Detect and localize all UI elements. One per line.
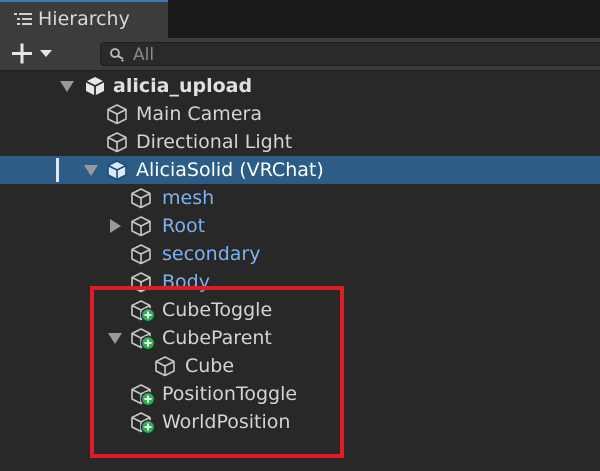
gameobject-cube-icon — [106, 103, 128, 125]
hierarchy-row[interactable]: Root — [0, 212, 600, 240]
hierarchy-row-label: WorldPosition — [162, 411, 291, 433]
hierarchy-row[interactable]: mesh — [0, 184, 600, 212]
gameobject-cube-icon — [130, 271, 152, 293]
expand-arrow-down-icon[interactable] — [60, 81, 74, 92]
hierarchy-row[interactable]: CubeToggle — [0, 296, 600, 324]
prefab-cube-icon — [106, 159, 128, 181]
added-gameobject-icon — [130, 299, 156, 323]
hierarchy-tree: alicia_upload Main Camera Directional Ligh… — [0, 71, 600, 471]
tab-title: Hierarchy — [38, 8, 130, 30]
hierarchy-row[interactable]: AliciaSolid (VRChat) — [0, 156, 600, 184]
added-gameobject-icon — [130, 327, 156, 351]
hierarchy-row[interactable]: PositionToggle — [0, 380, 600, 408]
tab-bar: Hierarchy — [0, 0, 600, 38]
hierarchy-row[interactable]: Body — [0, 268, 600, 296]
hierarchy-row[interactable]: Directional Light — [0, 128, 600, 156]
hierarchy-row[interactable]: secondary — [0, 240, 600, 268]
gameobject-cube-icon — [106, 131, 128, 153]
hierarchy-row-label: AliciaSolid (VRChat) — [136, 159, 324, 181]
add-object-button[interactable] — [8, 40, 60, 68]
hierarchy-row[interactable]: CubeParent — [0, 324, 600, 352]
hierarchy-row-label: Directional Light — [136, 131, 293, 153]
collapse-arrow-right-icon[interactable] — [110, 219, 121, 233]
added-gameobject-icon — [130, 411, 156, 435]
hierarchy-row[interactable]: Main Camera — [0, 100, 600, 128]
search-icon — [109, 47, 125, 67]
hierarchy-row-label: secondary — [162, 243, 261, 265]
hierarchy-row-label: alicia_upload — [113, 75, 253, 97]
hierarchy-row[interactable]: alicia_upload — [0, 72, 600, 100]
hierarchy-toolbar — [0, 38, 600, 71]
search-input[interactable] — [131, 44, 575, 66]
hierarchy-row-label: Root — [162, 215, 206, 237]
hierarchy-row[interactable]: Cube — [0, 352, 600, 380]
gameobject-cube-icon — [130, 215, 152, 237]
hierarchy-row[interactable]: WorldPosition — [0, 408, 600, 436]
hierarchy-row-label: CubeParent — [162, 327, 272, 349]
hierarchy-list-icon — [14, 12, 32, 32]
hierarchy-row-label: Main Camera — [136, 103, 262, 125]
gameobject-cube-icon — [154, 355, 176, 377]
plus-icon — [12, 43, 32, 64]
tab-hierarchy[interactable]: Hierarchy — [0, 0, 168, 38]
unity-scene-icon — [84, 75, 106, 97]
hierarchy-row-label: Body — [162, 271, 210, 293]
gameobject-cube-icon — [130, 187, 152, 209]
hierarchy-row-label: PositionToggle — [162, 383, 298, 405]
hierarchy-row-label: mesh — [162, 187, 215, 209]
expand-arrow-down-icon[interactable] — [108, 333, 122, 344]
gameobject-cube-icon — [130, 243, 152, 265]
search-field[interactable] — [100, 42, 600, 66]
expand-arrow-down-icon[interactable] — [84, 165, 98, 176]
caret-down-icon — [40, 50, 52, 57]
hierarchy-row-label: CubeToggle — [162, 299, 273, 321]
selection-indicator — [56, 158, 59, 182]
added-gameobject-icon — [130, 383, 156, 407]
hierarchy-row-label: Cube — [185, 355, 235, 377]
